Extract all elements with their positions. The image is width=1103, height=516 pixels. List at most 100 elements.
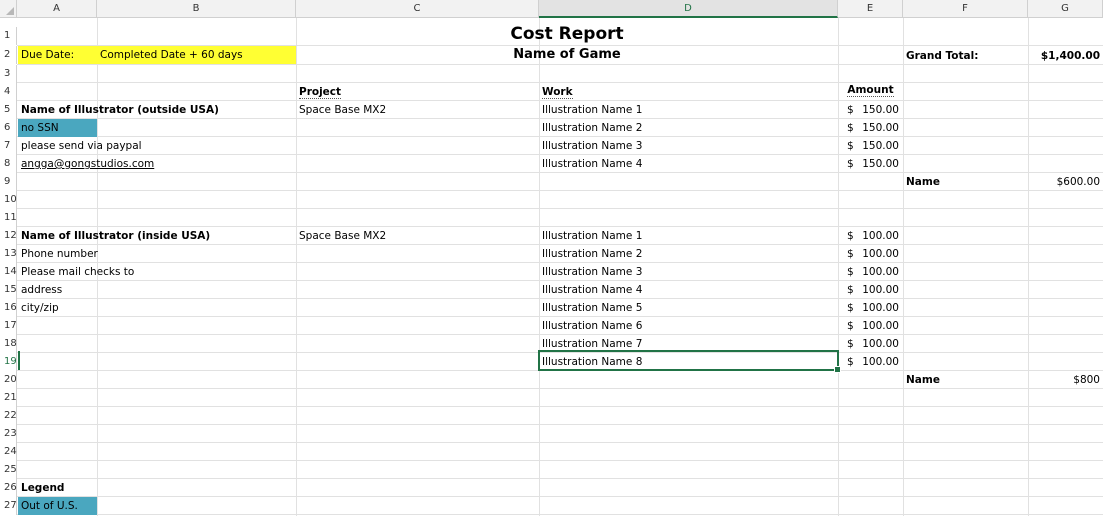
row-header-5[interactable]: 5 xyxy=(0,101,17,119)
row-header-26[interactable]: 26 xyxy=(0,479,17,497)
inside-work-2[interactable]: Illustration Name 2 xyxy=(539,245,838,263)
grand-total-label[interactable]: Grand Total: xyxy=(903,47,1028,65)
currency-symbol: $ xyxy=(847,266,854,278)
inside-amount-5[interactable]: $100.00 xyxy=(844,299,902,317)
inside-work-4[interactable]: Illustration Name 4 xyxy=(539,281,838,299)
no-ssn-cell[interactable]: no SSN xyxy=(18,119,97,137)
inside-amount-1[interactable]: $100.00 xyxy=(844,227,902,245)
illustrator-inside-usa-label[interactable]: Name of Illustrator (inside USA) xyxy=(18,227,296,245)
row-header-4[interactable]: 4 xyxy=(0,83,17,101)
payment-note[interactable]: please send via paypal xyxy=(18,137,296,155)
row-header-13[interactable]: 13 xyxy=(0,245,17,263)
gridline xyxy=(17,442,1103,443)
outside-project[interactable]: Space Base MX2 xyxy=(296,101,539,119)
inside-work-1[interactable]: Illustration Name 1 xyxy=(539,227,838,245)
row-header-7[interactable]: 7 xyxy=(0,137,17,155)
row-header-6[interactable]: 6 xyxy=(0,119,17,137)
inside-project[interactable]: Space Base MX2 xyxy=(296,227,539,245)
phone-number[interactable]: Phone number xyxy=(18,245,296,263)
inside-work-5[interactable]: Illustration Name 5 xyxy=(539,299,838,317)
work-header[interactable]: Work xyxy=(539,83,838,101)
project-header[interactable]: Project xyxy=(296,83,539,101)
row-header-15[interactable]: 15 xyxy=(0,281,17,299)
column-header-d[interactable]: D xyxy=(539,0,838,18)
amount-value: 100.00 xyxy=(862,266,899,278)
row-header-10[interactable]: 10 xyxy=(0,191,17,209)
spreadsheet: A B C D E F G 1 2 3 4 5 6 7 8 9 10 11 12… xyxy=(0,0,1103,516)
fill-handle[interactable] xyxy=(834,366,841,373)
legend-out-of-us[interactable]: Out of U.S. xyxy=(18,497,97,515)
inside-amount-2[interactable]: $100.00 xyxy=(844,245,902,263)
row-header-24[interactable]: 24 xyxy=(0,443,17,461)
row-header-11[interactable]: 11 xyxy=(0,209,17,227)
grand-total-value[interactable]: $1,400.00 xyxy=(1028,47,1103,65)
row-header-20[interactable]: 20 xyxy=(0,371,17,389)
inside-amount-3[interactable]: $100.00 xyxy=(844,263,902,281)
email-link[interactable]: angga@gongstudios.com xyxy=(21,158,154,170)
currency-symbol: $ xyxy=(847,356,854,368)
row-header-27[interactable]: 27 xyxy=(0,497,17,515)
inside-amount-7[interactable]: $100.00 xyxy=(844,335,902,353)
gridline xyxy=(17,208,1103,209)
illustrator-email[interactable]: angga@gongstudios.com xyxy=(18,155,296,173)
outside-amount-4[interactable]: $150.00 xyxy=(844,155,902,173)
outside-amount-2[interactable]: $150.00 xyxy=(844,119,902,137)
row-header-19[interactable]: 19 xyxy=(0,353,17,371)
outside-work-3[interactable]: Illustration Name 3 xyxy=(539,137,838,155)
row-header-3[interactable]: 3 xyxy=(0,65,17,83)
gridline xyxy=(17,514,1103,515)
due-date-label[interactable]: Due Date: xyxy=(18,46,97,64)
row-header-16[interactable]: 16 xyxy=(0,299,17,317)
row-header-18[interactable]: 18 xyxy=(0,335,17,353)
illustrator-outside-usa-label[interactable]: Name of Illustrator (outside USA) xyxy=(18,101,296,119)
column-header-f[interactable]: F xyxy=(903,0,1028,18)
column-header-c[interactable]: C xyxy=(296,0,539,18)
report-title[interactable]: Cost Report xyxy=(296,21,838,47)
city-zip[interactable]: city/zip xyxy=(18,299,296,317)
legend-label[interactable]: Legend xyxy=(18,479,97,497)
currency-symbol: $ xyxy=(847,158,854,170)
amount-value: 100.00 xyxy=(862,320,899,332)
outside-work-1[interactable]: Illustration Name 1 xyxy=(539,101,838,119)
select-all-corner[interactable] xyxy=(0,0,17,18)
gridline xyxy=(17,460,1103,461)
inside-amount-8[interactable]: $100.00 xyxy=(844,353,902,371)
currency-symbol: $ xyxy=(847,140,854,152)
row-header-25[interactable]: 25 xyxy=(0,461,17,479)
column-header-b[interactable]: B xyxy=(97,0,296,18)
outside-amount-3[interactable]: $150.00 xyxy=(844,137,902,155)
row-header-12[interactable]: 12 xyxy=(0,227,17,245)
amount-value: 150.00 xyxy=(862,104,899,116)
row-header-8[interactable]: 8 xyxy=(0,155,17,173)
outside-amount-1[interactable]: $150.00 xyxy=(844,101,902,119)
mail-checks-note[interactable]: Please mail checks to xyxy=(18,263,296,281)
outside-subtotal-value[interactable]: $600.00 xyxy=(1028,173,1103,191)
outside-subtotal-label[interactable]: Name xyxy=(903,173,1028,191)
inside-work-3[interactable]: Illustration Name 3 xyxy=(539,263,838,281)
inside-subtotal-value[interactable]: $800 xyxy=(1028,371,1103,389)
row-header-23[interactable]: 23 xyxy=(0,425,17,443)
row-header-22[interactable]: 22 xyxy=(0,407,17,425)
game-name[interactable]: Name of Game xyxy=(296,46,838,64)
row-header-14[interactable]: 14 xyxy=(0,263,17,281)
due-date-value[interactable]: Completed Date + 60 days xyxy=(97,46,296,64)
inside-subtotal-label[interactable]: Name xyxy=(903,371,1028,389)
row-header-21[interactable]: 21 xyxy=(0,389,17,407)
column-header-a[interactable]: A xyxy=(17,0,97,18)
inside-work-6[interactable]: Illustration Name 6 xyxy=(539,317,838,335)
outside-work-4[interactable]: Illustration Name 4 xyxy=(539,155,838,173)
inside-amount-4[interactable]: $100.00 xyxy=(844,281,902,299)
amount-value: 100.00 xyxy=(862,284,899,296)
outside-work-2[interactable]: Illustration Name 2 xyxy=(539,119,838,137)
row-header-2[interactable]: 2 xyxy=(0,46,17,64)
amount-header[interactable]: Amount xyxy=(838,81,903,99)
row-header-9[interactable]: 9 xyxy=(0,173,17,191)
inside-amount-6[interactable]: $100.00 xyxy=(844,317,902,335)
row-header-1[interactable]: 1 xyxy=(0,27,17,45)
column-header-e[interactable]: E xyxy=(838,0,903,18)
address[interactable]: address xyxy=(18,281,296,299)
currency-symbol: $ xyxy=(847,302,854,314)
active-cell-selection[interactable] xyxy=(538,350,839,371)
row-header-17[interactable]: 17 xyxy=(0,317,17,335)
column-header-g[interactable]: G xyxy=(1028,0,1103,18)
